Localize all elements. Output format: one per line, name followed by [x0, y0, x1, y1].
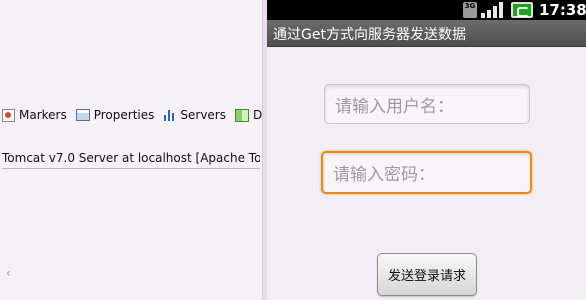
tab-servers[interactable]: Servers — [163, 108, 226, 122]
markers-icon — [2, 108, 15, 122]
password-placeholder: 请输入密码： — [333, 165, 435, 185]
battery-charging-icon — [511, 2, 533, 18]
server-list-item[interactable]: Tomcat v7.0 Server at localhost [Apache … — [2, 151, 260, 169]
send-login-request-button[interactable]: 发送登录请求 — [377, 253, 477, 296]
status-time: 17:38 — [539, 1, 586, 19]
android-screen: 3G 17:38 通过Get方式向服务器发送数据 请输入用户名： 请输入密码： … — [267, 0, 586, 300]
app-title-bar: 通过Get方式向服务器发送数据 — [267, 20, 586, 47]
ide-panel: Markers Properties Servers Dat Tomcat v7… — [0, 0, 262, 300]
tab-markers[interactable]: Markers — [2, 108, 67, 122]
horizontal-scrollbar[interactable]: ‹ — [0, 266, 262, 283]
scroll-left-icon[interactable]: ‹ — [6, 266, 11, 280]
username-placeholder: 请输入用户名： — [335, 96, 454, 117]
properties-icon — [75, 109, 90, 121]
status-bar: 3G 17:38 — [267, 0, 586, 20]
password-input[interactable]: 请输入密码： — [321, 151, 532, 194]
tab-properties[interactable]: Properties — [75, 108, 155, 122]
tab-data-source-label: Dat — [253, 108, 262, 122]
tab-servers-label: Servers — [180, 108, 226, 122]
tab-properties-label: Properties — [93, 108, 155, 122]
app-title: 通过Get方式向服务器发送数据 — [273, 27, 466, 43]
data-source-explorer-icon — [235, 108, 249, 122]
signal-strength-icon — [481, 2, 505, 18]
tab-data-source-explorer[interactable]: Dat — [235, 108, 262, 122]
tab-markers-label: Markers — [19, 108, 67, 122]
servers-icon — [163, 109, 176, 122]
ide-view-tabs: Markers Properties Servers Dat — [0, 104, 262, 126]
username-input[interactable]: 请输入用户名： — [324, 84, 530, 124]
network-3g-icon: 3G — [463, 2, 477, 18]
